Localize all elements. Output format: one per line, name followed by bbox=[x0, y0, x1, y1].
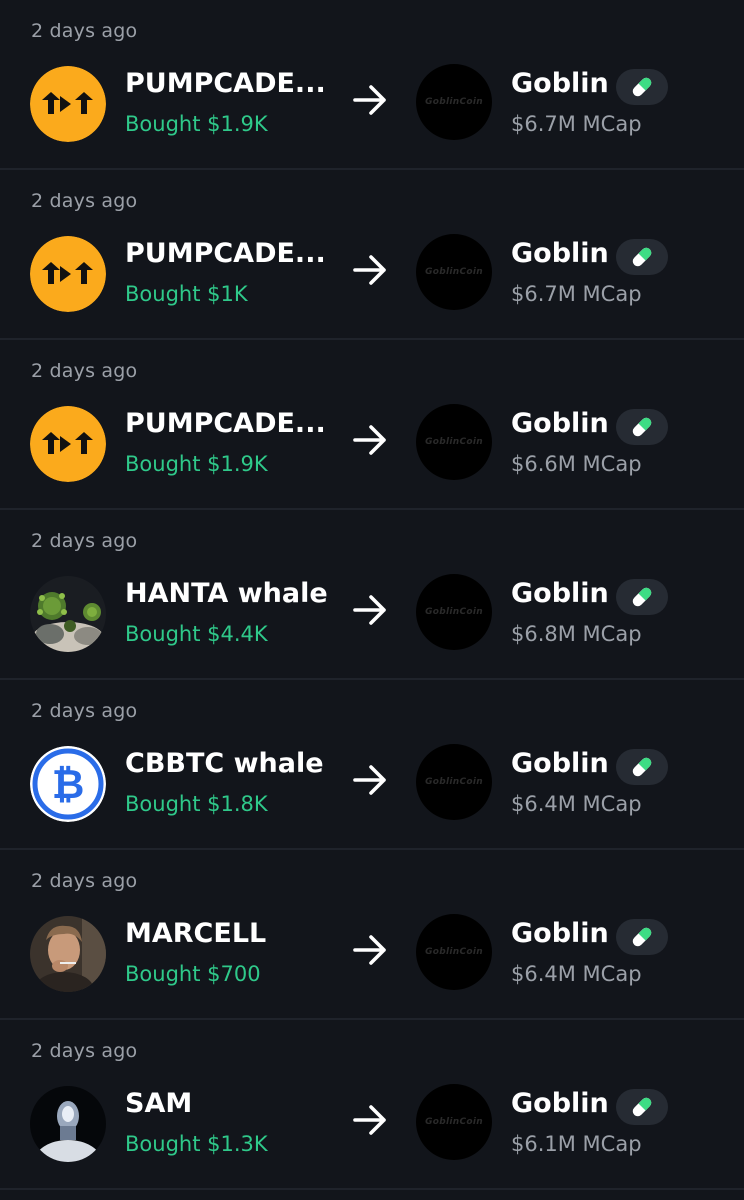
pill-icon[interactable] bbox=[616, 579, 668, 615]
trade-row[interactable]: 2 days ago PUMPCADE... Bought $1.9K Gobl… bbox=[0, 0, 744, 170]
market-cap: $6.4M MCap bbox=[511, 962, 642, 986]
bitcoin-logo-icon[interactable]: ₿ bbox=[30, 746, 106, 822]
trade-row[interactable]: 2 days ago HANTA whale Bought $4.4K Gobl… bbox=[0, 510, 744, 680]
pumpcade-logo-icon[interactable] bbox=[30, 236, 106, 312]
goblincoin-logo-icon[interactable]: GoblinCoin bbox=[416, 574, 492, 650]
virus-avatar-icon[interactable] bbox=[30, 576, 106, 652]
bought-amount: Bought $1.9K bbox=[125, 112, 268, 136]
trade-timestamp: 2 days ago bbox=[31, 700, 138, 722]
trade-timestamp: 2 days ago bbox=[31, 20, 138, 42]
market-cap: $6.7M MCap bbox=[511, 112, 642, 136]
token-name[interactable]: Goblin bbox=[511, 1088, 609, 1119]
market-cap: $6.8M MCap bbox=[511, 622, 642, 646]
bought-amount: Bought $1.3K bbox=[125, 1132, 268, 1156]
bought-amount: Bought $1.9K bbox=[125, 452, 268, 476]
token-name[interactable]: Goblin bbox=[511, 918, 609, 949]
trade-timestamp: 2 days ago bbox=[31, 870, 138, 892]
goblincoin-logo-icon[interactable]: GoblinCoin bbox=[416, 744, 492, 820]
market-cap: $6.4M MCap bbox=[511, 792, 642, 816]
arrow-right-icon bbox=[351, 420, 391, 460]
bought-amount: Bought $1K bbox=[125, 282, 248, 306]
trade-timestamp: 2 days ago bbox=[31, 1040, 138, 1062]
pill-icon[interactable] bbox=[616, 239, 668, 275]
market-cap: $6.6M MCap bbox=[511, 452, 642, 476]
trader-name[interactable]: MARCELL bbox=[125, 918, 266, 949]
token-name[interactable]: Goblin bbox=[511, 748, 609, 779]
market-cap: $6.7M MCap bbox=[511, 282, 642, 306]
pill-icon[interactable] bbox=[616, 409, 668, 445]
goblincoin-logo-icon[interactable]: GoblinCoin bbox=[416, 914, 492, 990]
trade-row[interactable]: 2 days ago SAM Bought $1.3K GoblinCoin G… bbox=[0, 1020, 744, 1190]
goblincoin-logo-icon[interactable]: GoblinCoin bbox=[416, 1084, 492, 1160]
trader-name[interactable]: CBBTC whale bbox=[125, 748, 324, 779]
arrow-right-icon bbox=[351, 1100, 391, 1140]
arrow-right-icon bbox=[351, 250, 391, 290]
trade-timestamp: 2 days ago bbox=[31, 360, 138, 382]
hooded-figure-avatar-icon[interactable] bbox=[30, 1086, 106, 1162]
trader-name[interactable]: SAM bbox=[125, 1088, 192, 1119]
arrow-right-icon bbox=[351, 80, 391, 120]
bought-amount: Bought $4.4K bbox=[125, 622, 268, 646]
market-cap: $6.1M MCap bbox=[511, 1132, 642, 1156]
trade-row[interactable]: 2 days ago MARCELL Bought $700 GoblinCoi… bbox=[0, 850, 744, 1020]
trader-name[interactable]: HANTA whale bbox=[125, 578, 328, 609]
arrow-right-icon bbox=[351, 930, 391, 970]
trader-name[interactable]: PUMPCADE... bbox=[125, 68, 326, 99]
trade-row[interactable]: 2 days ago PUMPCADE... Bought $1K Goblin… bbox=[0, 170, 744, 340]
pumpcade-logo-icon[interactable] bbox=[30, 66, 106, 142]
trader-name[interactable]: PUMPCADE... bbox=[125, 238, 326, 269]
pumpcade-logo-icon[interactable] bbox=[30, 406, 106, 482]
bought-amount: Bought $700 bbox=[125, 962, 261, 986]
goblincoin-logo-icon[interactable]: GoblinCoin bbox=[416, 404, 492, 480]
trade-feed: 2 days ago PUMPCADE... Bought $1.9K Gobl… bbox=[0, 0, 744, 1200]
trade-row[interactable]: 2 days ago ₿ CBBTC whale Bought $1.8K Go… bbox=[0, 680, 744, 850]
svg-text:₿: ₿ bbox=[52, 762, 85, 808]
pill-icon[interactable] bbox=[616, 919, 668, 955]
trade-timestamp: 2 days ago bbox=[31, 530, 138, 552]
arrow-right-icon bbox=[351, 760, 391, 800]
arrow-right-icon bbox=[351, 590, 391, 630]
trade-timestamp: 2 days ago bbox=[31, 190, 138, 212]
goblincoin-logo-icon[interactable]: GoblinCoin bbox=[416, 234, 492, 310]
pill-icon[interactable] bbox=[616, 749, 668, 785]
token-name[interactable]: Goblin bbox=[511, 68, 609, 99]
pill-icon[interactable] bbox=[616, 69, 668, 105]
man-smoking-avatar-icon[interactable] bbox=[30, 916, 106, 992]
token-name[interactable]: Goblin bbox=[511, 578, 609, 609]
goblincoin-logo-icon[interactable]: GoblinCoin bbox=[416, 64, 492, 140]
pill-icon[interactable] bbox=[616, 1089, 668, 1125]
trade-row[interactable]: 2 days ago PUMPCADE... Bought $1.9K Gobl… bbox=[0, 340, 744, 510]
token-name[interactable]: Goblin bbox=[511, 238, 609, 269]
trader-name[interactable]: PUMPCADE... bbox=[125, 408, 326, 439]
bought-amount: Bought $1.8K bbox=[125, 792, 268, 816]
token-name[interactable]: Goblin bbox=[511, 408, 609, 439]
